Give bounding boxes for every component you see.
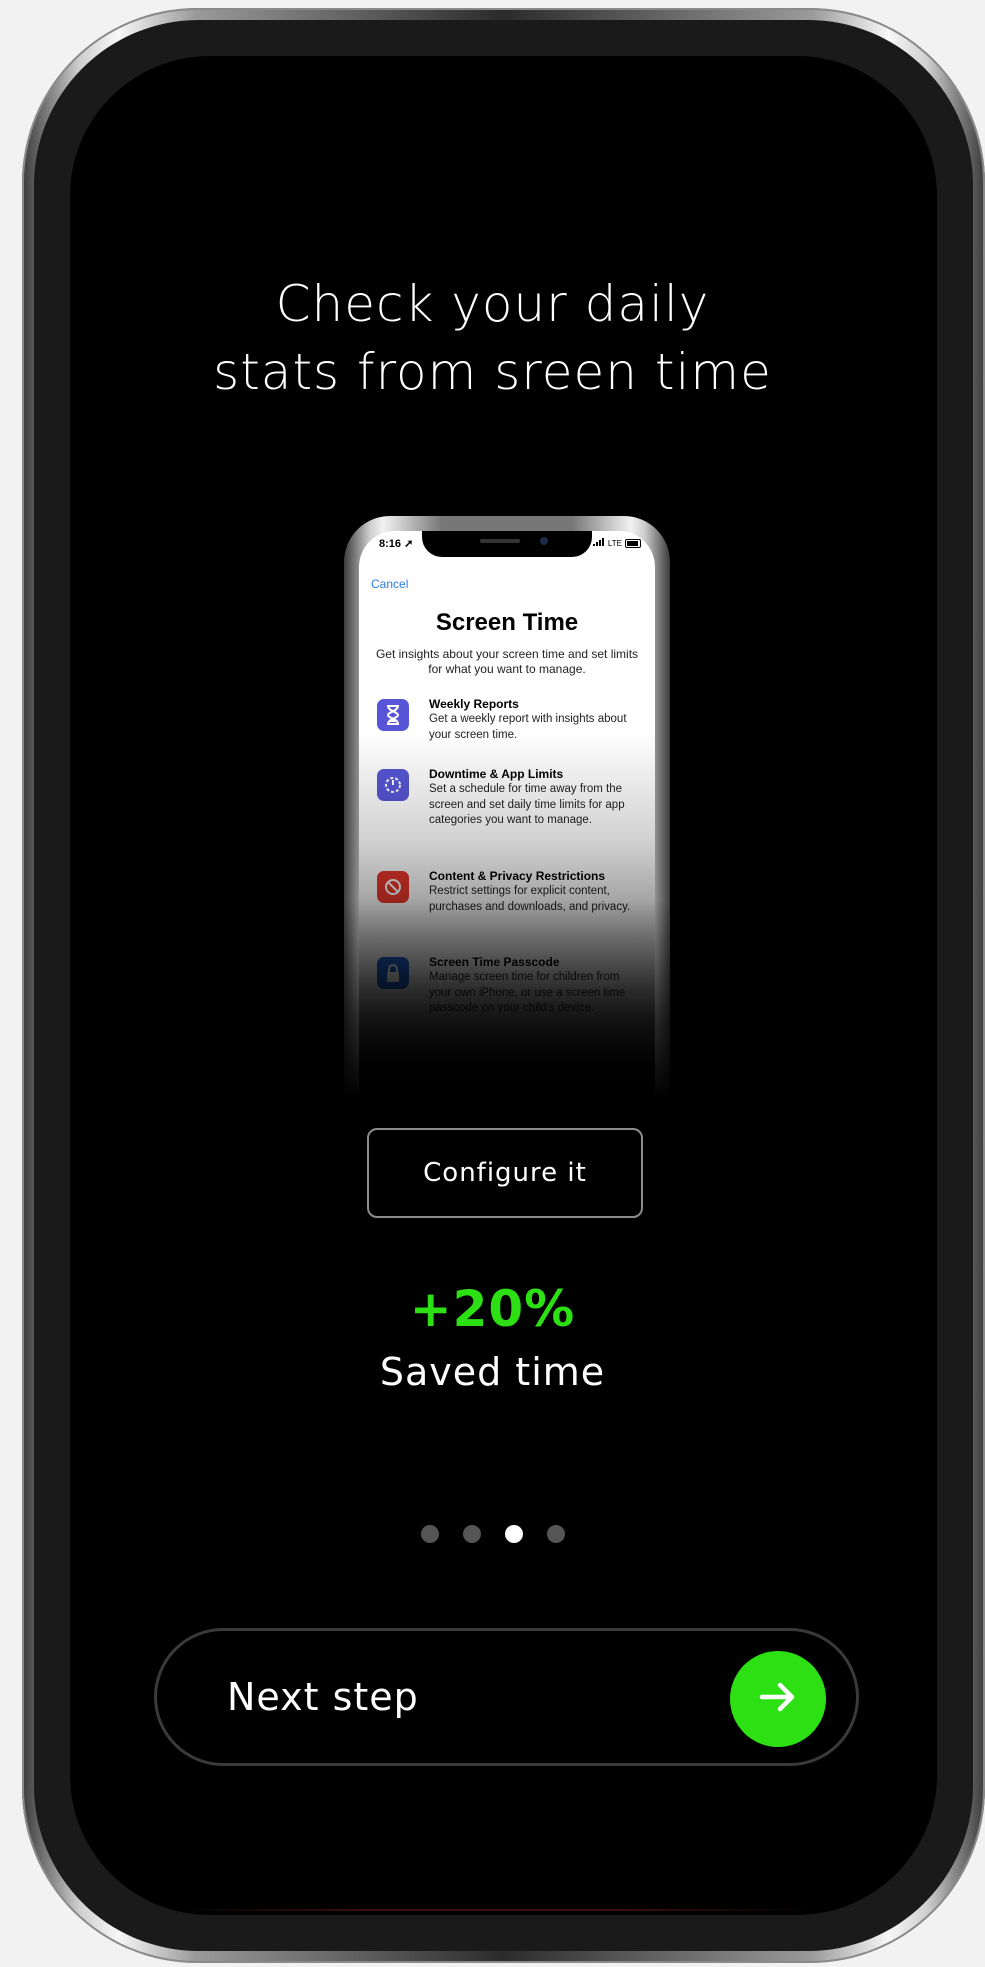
pagination-dots [0, 1525, 985, 1543]
lock-icon [377, 957, 409, 989]
list-item-description: Get a weekly report with insights about … [429, 713, 627, 741]
list-item-title: Weekly Reports [429, 697, 519, 711]
preview-status-bar: LTE [592, 538, 641, 548]
list-item-description: Manage screen time for children from you… [429, 971, 626, 1014]
home-indicator [170, 1909, 815, 1911]
saved-time-value: +20% [409, 1280, 576, 1338]
pagination-dot-2[interactable] [462, 1525, 481, 1543]
arrow-right-icon [756, 1675, 800, 1723]
saved-time-label: Saved time [379, 1350, 606, 1394]
page-title: Check your daily stats from sreen time [0, 270, 985, 406]
block-icon [377, 871, 409, 903]
preview-cancel-link[interactable]: Cancel [371, 577, 408, 591]
preview-screen: 8:16 ➚ LTE Cancel Screen Time Get insigh… [359, 531, 655, 1096]
preview-title: Screen Time [435, 609, 579, 636]
pagination-dot-3[interactable] [504, 1525, 523, 1543]
preview-subtitle: Get insights about your screen time and … [375, 647, 639, 676]
location-arrow-icon: ➚ [404, 538, 414, 550]
list-item-title: Screen Time Passcode [429, 955, 560, 969]
list-item-description: Set a schedule for time away from the sc… [429, 783, 625, 826]
page-title-line-1: Check your daily [275, 275, 710, 333]
list-item-title: Content & Privacy Restrictions [429, 869, 606, 883]
next-step-button[interactable]: Next step [154, 1628, 859, 1766]
timer-icon [377, 769, 409, 801]
preview-notch [422, 531, 592, 557]
preview-continue-button [377, 1077, 637, 1096]
pagination-dot-4[interactable] [546, 1525, 565, 1543]
preview-network-label: LTE [607, 538, 622, 548]
screen-time-preview: 8:16 ➚ LTE Cancel Screen Time Get insigh… [344, 516, 670, 1096]
list-item-description: Restrict settings for explicit content, … [429, 885, 631, 913]
next-arrow-button[interactable] [730, 1651, 826, 1747]
hourglass-icon [377, 699, 409, 731]
page-title-line-2: stats from sreen time [213, 343, 772, 401]
next-step-label: Next step [227, 1675, 419, 1719]
pagination-dot-1[interactable] [420, 1525, 439, 1543]
signal-icon [592, 538, 605, 548]
battery-icon [625, 538, 641, 548]
list-item-title: Downtime & App Limits [429, 767, 564, 781]
configure-button[interactable]: Configure it [367, 1128, 643, 1218]
preview-status-time: 8:16 ➚ [379, 538, 414, 550]
